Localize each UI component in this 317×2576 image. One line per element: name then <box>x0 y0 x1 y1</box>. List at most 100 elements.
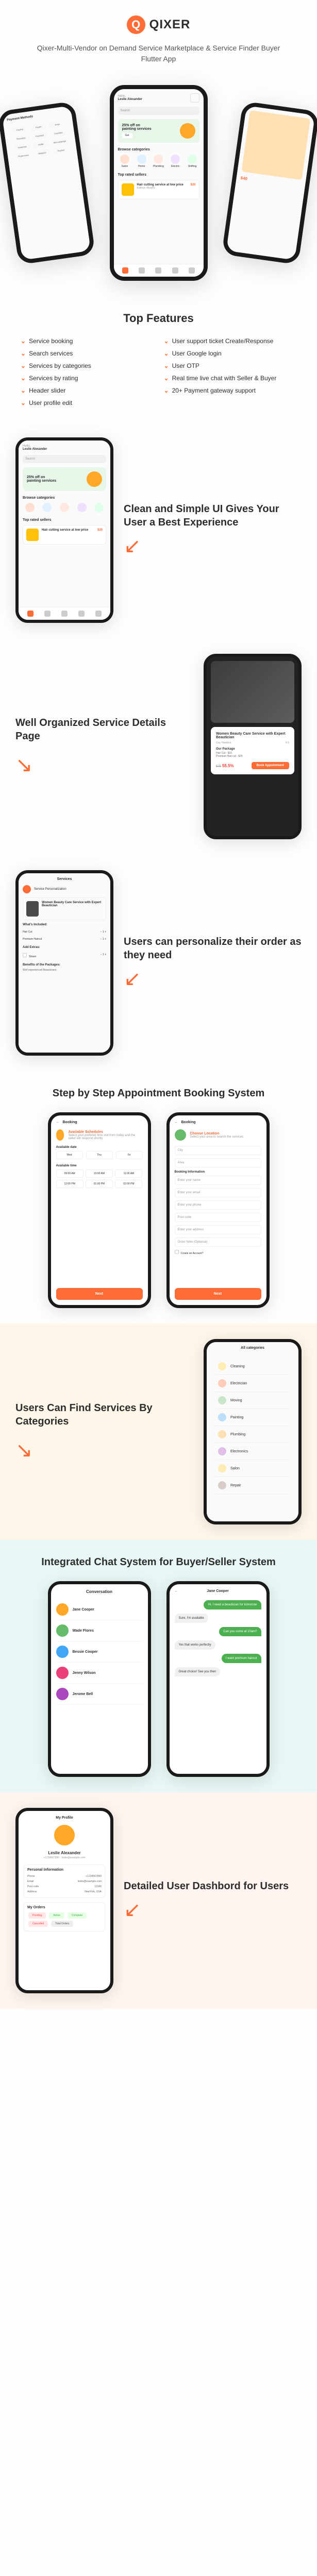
feature-item: ⌄User Google login <box>164 350 297 357</box>
area-select[interactable]: Area <box>175 1158 261 1167</box>
pay-midtrans[interactable]: Midtrans <box>34 148 51 157</box>
msg-out: Hi, I need a beautician for tomorrow <box>204 1600 261 1609</box>
feature-item: ⌄Search services <box>21 350 154 357</box>
date-pill[interactable]: Fri <box>116 1151 143 1159</box>
next-button[interactable]: Next <box>175 1288 261 1300</box>
nav-profile[interactable] <box>95 611 102 617</box>
pay-razorpay[interactable]: Razorpay <box>12 134 30 143</box>
nav-home[interactable] <box>27 611 34 617</box>
phone-input[interactable]: Enter your phone <box>175 1200 261 1210</box>
address-input[interactable]: Enter your address <box>175 1225 261 1234</box>
name-input[interactable]: Enter your name <box>175 1176 261 1185</box>
time-pill[interactable]: 01:00 PM <box>86 1180 113 1188</box>
time-pill[interactable]: 10:00 AM <box>86 1170 113 1178</box>
note-input[interactable]: Order Note (Optional) <box>175 1238 261 1247</box>
nav-profile[interactable] <box>189 267 195 274</box>
status-cancelled[interactable]: Cancelled <box>28 1921 48 1927</box>
search-input[interactable]: Search <box>118 107 199 115</box>
city-select[interactable]: City <box>175 1146 261 1155</box>
pay-instamojo[interactable]: Instamojo <box>13 143 31 151</box>
back-icon[interactable]: ← <box>56 1121 60 1124</box>
next-button[interactable]: Next <box>56 1288 143 1300</box>
book-button[interactable]: Book Appointment <box>252 762 289 769</box>
section-categories: All categories Cleaning Electrician Movi… <box>0 1324 317 1540</box>
search-input[interactable]: Search <box>23 455 106 463</box>
back-icon[interactable]: ← <box>175 1589 178 1593</box>
personalize-label: Service Personalization <box>34 888 66 891</box>
category-item[interactable]: Electronics <box>215 1443 290 1460</box>
cat-shifting[interactable]: Shifting <box>186 155 199 168</box>
checkbox[interactable] <box>23 953 27 957</box>
cat-salon[interactable]: Salon <box>118 155 132 168</box>
date-pill[interactable]: Thu <box>86 1151 113 1159</box>
check-icon: ⌄ <box>21 337 26 345</box>
cat-home[interactable]: Home <box>135 155 148 168</box>
chat-row[interactable]: Wade Flores <box>56 1620 143 1641</box>
user-name: Leslie Alexander <box>118 98 142 101</box>
section7-title: Detailed User Dashbord for Users <box>124 1879 302 1893</box>
status-complete[interactable]: Complete <box>68 1912 87 1919</box>
back-icon[interactable]: ← <box>175 1121 178 1124</box>
stepper[interactable]: − 1 + <box>101 938 106 941</box>
top-sellers-label: Top rated sellers <box>118 173 199 177</box>
email-input[interactable]: Enter your email <box>175 1188 261 1197</box>
cat-electric[interactable]: Electric <box>169 155 182 168</box>
pay-payfast[interactable]: Payfast <box>52 146 70 155</box>
promo-banner[interactable]: 25% off on painting services Get <box>118 119 199 143</box>
nav-saved[interactable] <box>78 611 85 617</box>
notification-icon[interactable] <box>190 93 199 103</box>
seller-card[interactable]: Hair cutting service at low price Kathry… <box>118 180 199 199</box>
pay-marcado[interactable]: Marcadopago <box>51 137 69 146</box>
nav-saved[interactable] <box>172 267 178 274</box>
status-total[interactable]: Total Orders <box>51 1921 73 1927</box>
time-label: Available time <box>56 1164 143 1167</box>
cat-plumbing[interactable]: Plumbing <box>152 155 165 168</box>
hero-phones: Payment Methods PayPal Paytm stripe Razo… <box>0 85 317 281</box>
promo-cta[interactable]: Get <box>122 133 132 138</box>
pay-paypal[interactable]: PayPal <box>11 125 28 134</box>
nav-orders[interactable] <box>61 611 68 617</box>
pay-paystack[interactable]: Paystack <box>31 131 48 140</box>
section-clean-ui: Hello,Leslie Alexander Search 25% off on… <box>0 422 317 638</box>
category-item[interactable]: Salon <box>215 1460 290 1477</box>
msg-out: I want premium haircut <box>222 1654 261 1663</box>
category-item[interactable]: Moving <box>215 1392 290 1409</box>
category-item[interactable]: Repair <box>215 1477 290 1494</box>
category-item[interactable]: Plumbing <box>215 1426 290 1443</box>
chat-row[interactable]: Jerome Bell <box>56 1684 143 1705</box>
pay-stripe[interactable]: stripe <box>48 120 66 129</box>
personal-info: Personal Information Phone+1234567890 Em… <box>24 1865 105 1898</box>
create-account-checkbox[interactable] <box>175 1250 179 1254</box>
time-pill[interactable]: 12:00 PM <box>56 1180 84 1188</box>
nav-search[interactable] <box>139 267 145 274</box>
pay-cashfree[interactable]: Cashfree <box>49 129 67 138</box>
status-pending[interactable]: Pending <box>28 1912 46 1919</box>
time-pill[interactable]: 02:00 PM <box>115 1180 142 1188</box>
time-pill[interactable]: 09:00 AM <box>56 1170 84 1178</box>
stepper[interactable]: − 1 + <box>101 930 106 934</box>
category-item[interactable]: Electrician <box>215 1375 290 1392</box>
feature-item: ⌄Header slider <box>21 387 154 394</box>
check-icon: ⌄ <box>164 375 169 382</box>
stepper[interactable]: − 1 + <box>101 953 106 958</box>
pay-mollie[interactable]: Mollie <box>32 140 49 149</box>
nav-home[interactable] <box>122 267 128 274</box>
time-pill[interactable]: 11:00 AM <box>115 1170 142 1178</box>
pay-flutterwave[interactable]: Flutterwave <box>14 151 32 160</box>
postcode-input[interactable]: Post code <box>175 1213 261 1222</box>
pay-paytm[interactable]: Paytm <box>30 123 47 131</box>
chat-row[interactable]: Jenny Wilson <box>56 1663 143 1684</box>
phone-payment-gateways: Payment Methods PayPal Paytm stripe Razo… <box>0 101 95 265</box>
category-item[interactable]: Cleaning <box>215 1358 290 1375</box>
date-pill[interactable]: Wed <box>56 1151 83 1159</box>
home-header: Hello, Leslie Alexander <box>118 93 199 103</box>
location-icon <box>175 1129 186 1141</box>
category-item[interactable]: Painting <box>215 1409 290 1426</box>
nav-search[interactable] <box>44 611 51 617</box>
chat-row[interactable]: Jane Cooper <box>56 1599 143 1620</box>
chat-row[interactable]: Bessie Cooper <box>56 1641 143 1663</box>
benefit-text: Well experienced Beauticians <box>23 969 106 972</box>
brand-name: QIXER <box>149 18 191 32</box>
nav-orders[interactable] <box>155 267 161 274</box>
status-active[interactable]: Active <box>49 1912 64 1919</box>
